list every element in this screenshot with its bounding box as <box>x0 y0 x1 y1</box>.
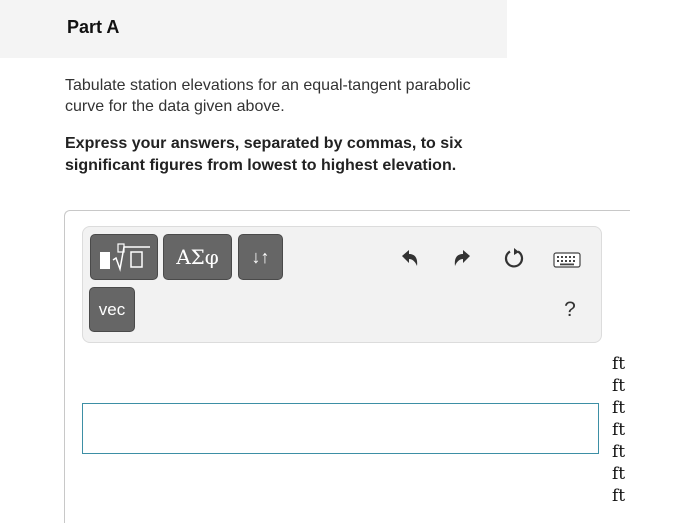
undo-icon <box>402 250 418 266</box>
undo-button[interactable] <box>395 243 425 273</box>
redo-button[interactable] <box>447 243 477 273</box>
unit-label: ft <box>612 486 626 506</box>
reset-icon <box>504 248 524 268</box>
template-radical-icon <box>100 243 150 272</box>
vector-button[interactable]: vec <box>89 287 135 332</box>
unit-label: ft <box>612 398 626 418</box>
greek-symbols-button[interactable]: ΑΣφ <box>163 234 232 280</box>
part-header: Part A <box>0 0 507 58</box>
question-text: Tabulate station elevations for an equal… <box>65 77 471 115</box>
reset-button[interactable] <box>499 243 529 273</box>
unit-label: ft <box>612 420 626 440</box>
help-button[interactable]: ? <box>555 295 585 325</box>
unit-label: ft <box>612 354 626 374</box>
keyboard-button[interactable] <box>552 245 582 275</box>
unit-label: ft <box>612 442 626 462</box>
templates-button[interactable] <box>90 234 158 280</box>
unit-label: ft <box>612 464 626 484</box>
units-column: ft ft ft ft ft ft ft <box>612 353 625 507</box>
unit-label: ft <box>612 376 626 396</box>
answer-input[interactable] <box>82 403 599 454</box>
answer-instruction: Express your answers, separated by comma… <box>65 135 463 174</box>
redo-icon <box>454 250 470 266</box>
arrows-button[interactable]: ↓↑ <box>238 234 283 280</box>
part-title: Part A <box>67 17 120 37</box>
keyboard-icon <box>553 252 581 268</box>
